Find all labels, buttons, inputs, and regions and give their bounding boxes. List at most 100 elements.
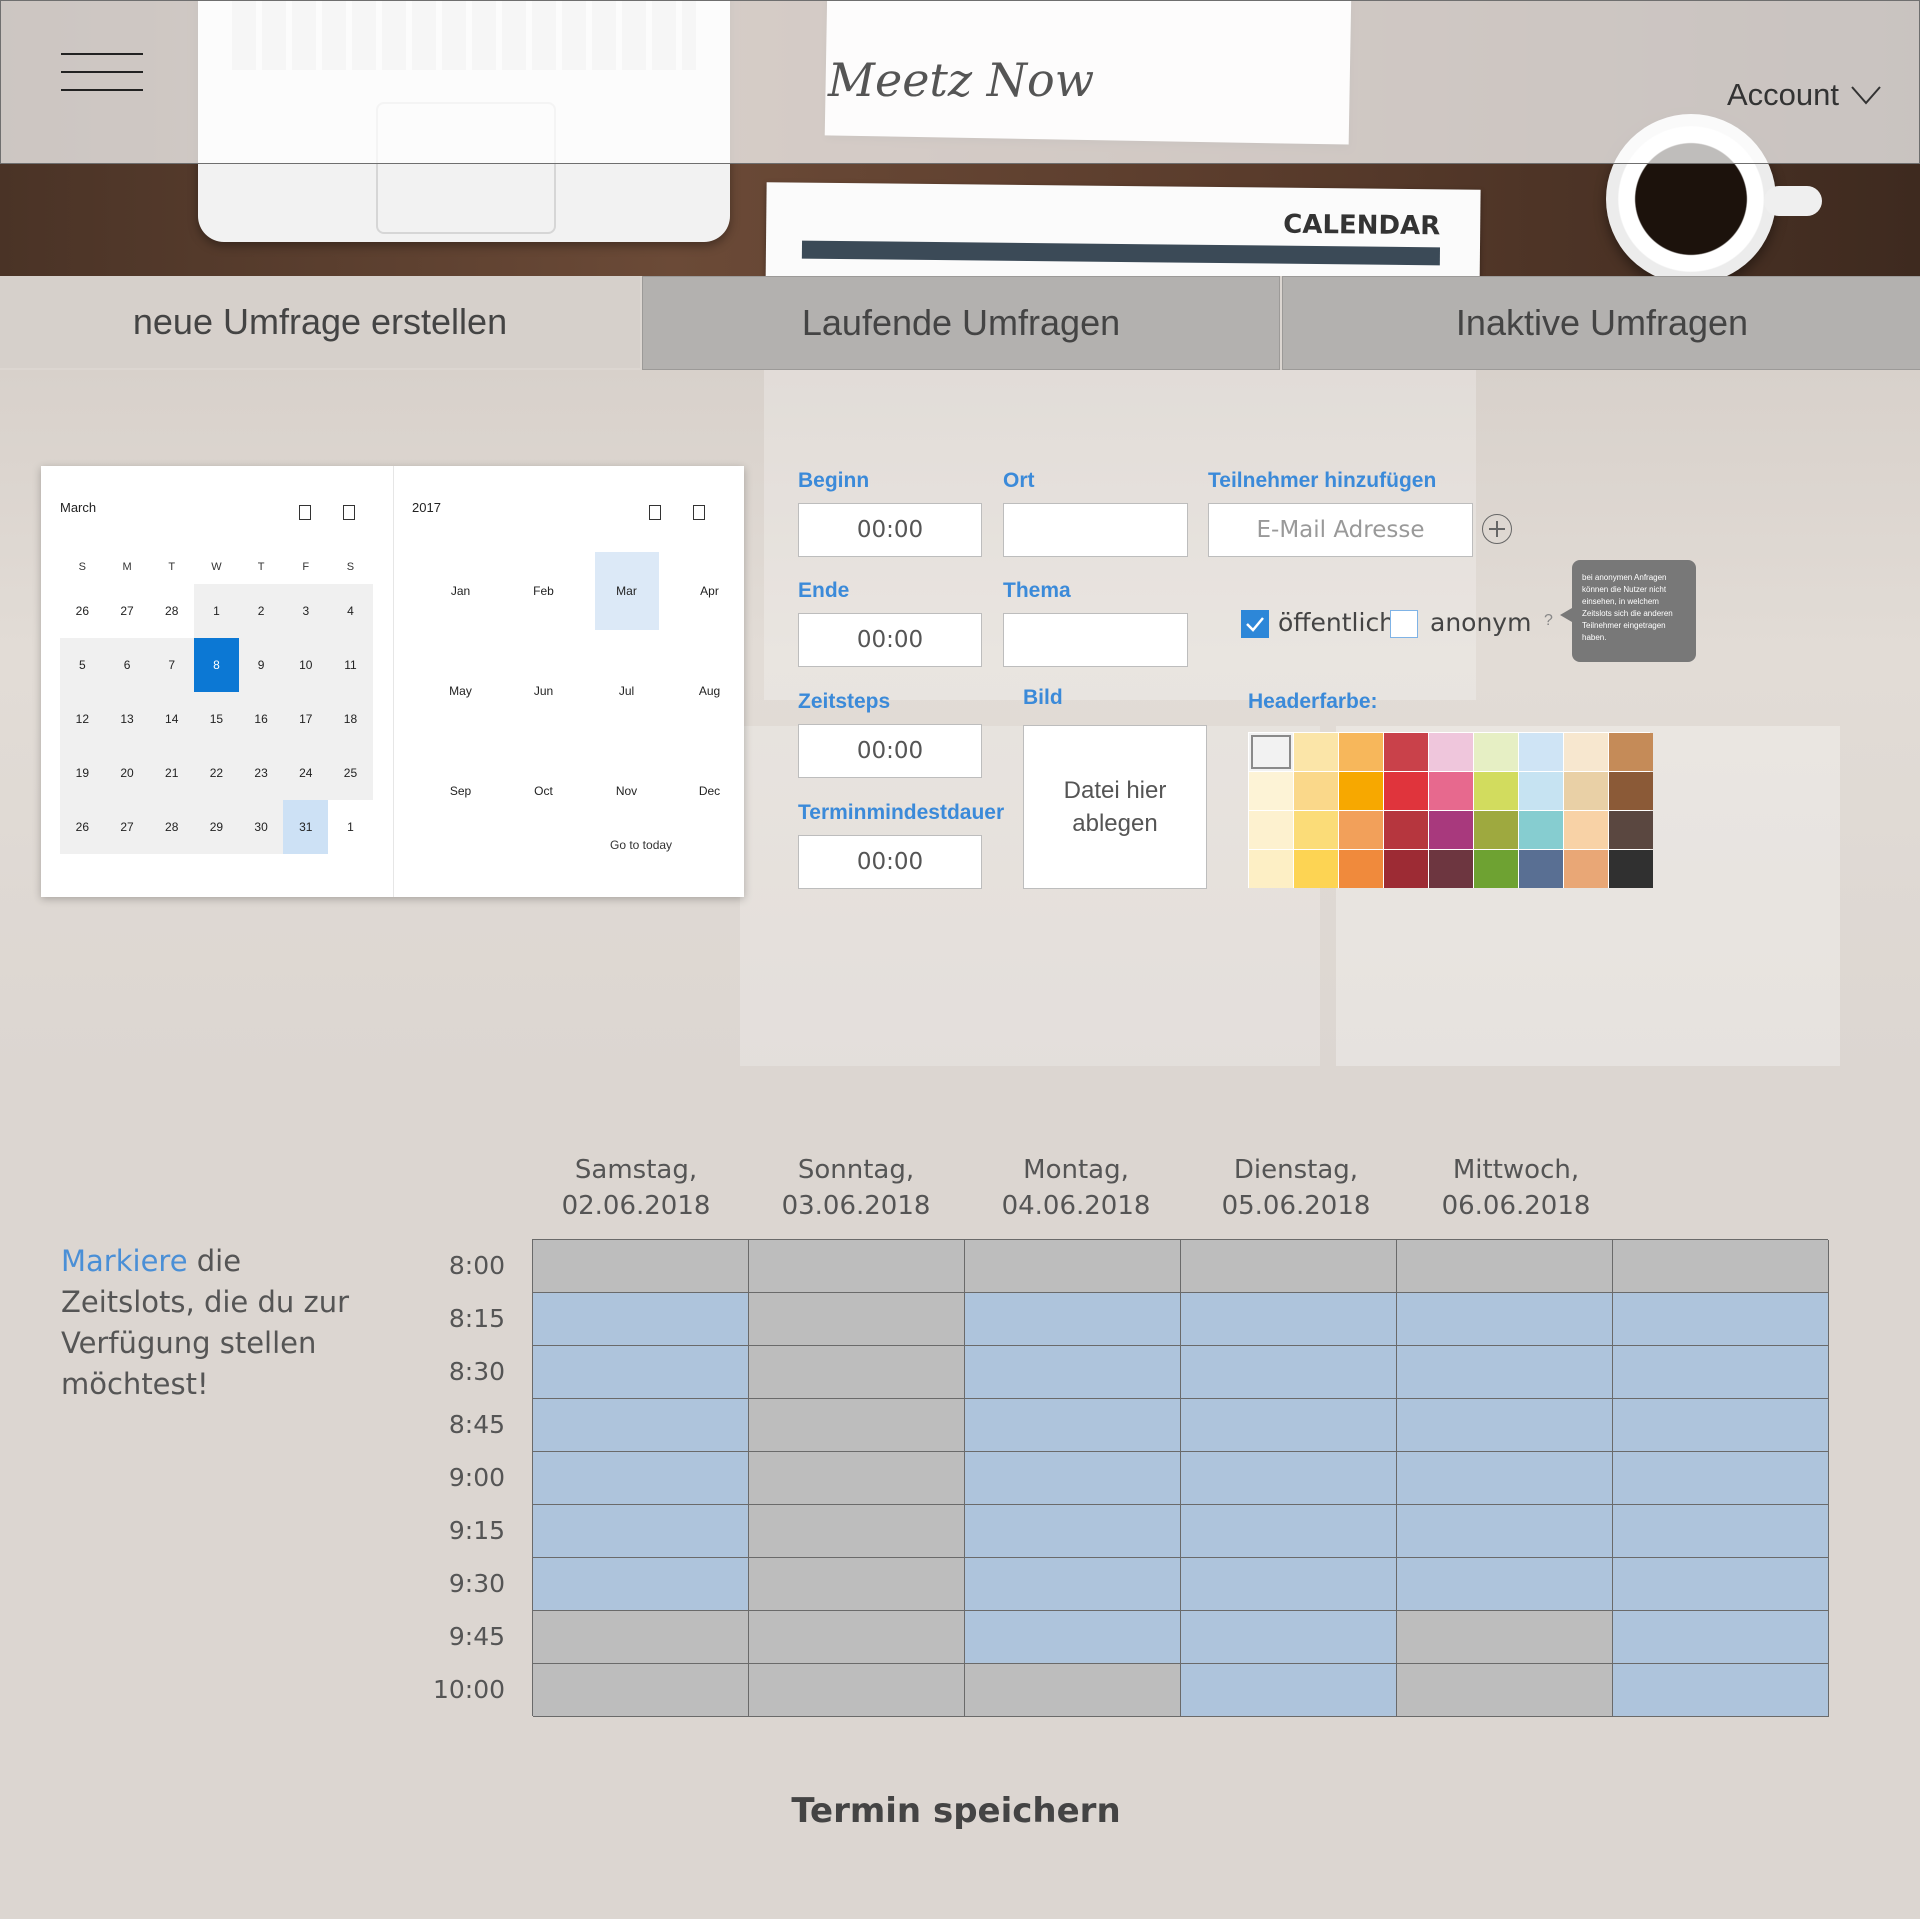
- ende-field[interactable]: [798, 613, 982, 667]
- color-swatch[interactable]: [1249, 733, 1293, 771]
- calendar-day[interactable]: 22: [194, 746, 239, 800]
- calendar-day[interactable]: 30: [238, 800, 284, 854]
- calendar-day[interactable]: 24: [283, 746, 329, 800]
- account-menu[interactable]: Account: [1727, 77, 1881, 113]
- calendar-month[interactable]: Dec: [668, 752, 751, 830]
- beginn-field[interactable]: [798, 503, 982, 557]
- hamburger-icon[interactable]: [61, 53, 143, 97]
- color-swatch[interactable]: [1609, 772, 1653, 810]
- color-swatch[interactable]: [1339, 811, 1383, 849]
- add-participant-icon[interactable]: [1482, 514, 1512, 544]
- time-slot[interactable]: [1613, 1346, 1829, 1399]
- time-slot[interactable]: [1613, 1664, 1829, 1717]
- color-swatch[interactable]: [1339, 850, 1383, 888]
- zeitsteps-field[interactable]: [798, 724, 982, 778]
- previous-month-icon[interactable]: [299, 505, 311, 520]
- time-slot[interactable]: [1181, 1558, 1397, 1611]
- time-slot[interactable]: [965, 1240, 1181, 1293]
- time-slot[interactable]: [1181, 1452, 1397, 1505]
- tab-neue-umfrage[interactable]: neue Umfrage erstellen: [0, 276, 640, 368]
- time-slot[interactable]: [749, 1346, 965, 1399]
- time-slot[interactable]: [749, 1505, 965, 1558]
- calendar-day[interactable]: 4: [328, 584, 373, 638]
- zeitsteps-input[interactable]: [799, 724, 981, 778]
- date-picker-month-label[interactable]: March: [60, 500, 96, 515]
- calendar-month[interactable]: May: [419, 652, 502, 730]
- color-swatch[interactable]: [1609, 811, 1653, 849]
- color-swatch[interactable]: [1564, 811, 1608, 849]
- color-swatch[interactable]: [1294, 733, 1338, 771]
- color-swatch[interactable]: [1339, 772, 1383, 810]
- calendar-day[interactable]: 3: [283, 584, 329, 638]
- save-appointment-button[interactable]: Termin speichern: [760, 1786, 1152, 1836]
- calendar-day[interactable]: 15: [194, 692, 239, 746]
- ort-field[interactable]: [1003, 503, 1188, 557]
- color-swatch[interactable]: [1429, 733, 1473, 771]
- time-slot[interactable]: [1181, 1399, 1397, 1452]
- time-slot[interactable]: [1181, 1346, 1397, 1399]
- next-year-icon[interactable]: [693, 505, 705, 520]
- time-slot[interactable]: [533, 1505, 749, 1558]
- calendar-day[interactable]: 29: [194, 800, 239, 854]
- color-swatch[interactable]: [1474, 772, 1518, 810]
- calendar-day[interactable]: 6: [104, 638, 150, 692]
- calendar-day[interactable]: 11: [328, 638, 373, 692]
- help-question-icon[interactable]: ?: [1544, 612, 1553, 630]
- date-picker-year-label[interactable]: 2017: [412, 500, 441, 515]
- color-swatch[interactable]: [1429, 811, 1473, 849]
- time-slot[interactable]: [1397, 1452, 1613, 1505]
- email-input[interactable]: [1209, 503, 1472, 557]
- go-to-today-link[interactable]: Go to today: [610, 838, 672, 852]
- previous-year-icon[interactable]: [649, 505, 661, 520]
- calendar-day[interactable]: 23: [238, 746, 284, 800]
- time-slot[interactable]: [749, 1558, 965, 1611]
- calendar-day[interactable]: 10: [283, 638, 329, 692]
- color-swatch[interactable]: [1519, 772, 1563, 810]
- time-slot[interactable]: [749, 1611, 965, 1664]
- time-slot[interactable]: [749, 1452, 965, 1505]
- oeffentlich-checkbox[interactable]: [1241, 610, 1269, 638]
- time-slot[interactable]: [749, 1293, 965, 1346]
- color-swatch[interactable]: [1519, 811, 1563, 849]
- terminmindestdauer-input[interactable]: [799, 835, 981, 889]
- image-dropzone[interactable]: Datei hier ablegen: [1023, 725, 1207, 889]
- calendar-day[interactable]: 2: [238, 584, 284, 638]
- ende-input[interactable]: [799, 613, 981, 667]
- calendar-day[interactable]: 19: [60, 746, 105, 800]
- calendar-day[interactable]: 16: [238, 692, 284, 746]
- calendar-day[interactable]: 27: [104, 800, 150, 854]
- next-month-icon[interactable]: [343, 505, 355, 520]
- time-slot[interactable]: [1181, 1664, 1397, 1717]
- time-slot[interactable]: [1181, 1240, 1397, 1293]
- color-swatch[interactable]: [1564, 772, 1608, 810]
- color-swatch[interactable]: [1519, 850, 1563, 888]
- color-swatch[interactable]: [1429, 772, 1473, 810]
- time-slot[interactable]: [965, 1293, 1181, 1346]
- calendar-month[interactable]: Nov: [585, 752, 668, 830]
- time-slot[interactable]: [1613, 1293, 1829, 1346]
- time-slot[interactable]: [1397, 1664, 1613, 1717]
- calendar-day[interactable]: 31: [283, 800, 329, 854]
- anonym-checkbox[interactable]: [1390, 610, 1418, 638]
- time-slot[interactable]: [965, 1399, 1181, 1452]
- color-swatch[interactable]: [1384, 733, 1428, 771]
- color-swatch[interactable]: [1249, 772, 1293, 810]
- color-swatch[interactable]: [1339, 733, 1383, 771]
- calendar-month[interactable]: Sep: [419, 752, 502, 830]
- calendar-day[interactable]: 13: [104, 692, 150, 746]
- time-slot[interactable]: [749, 1399, 965, 1452]
- time-slot[interactable]: [533, 1611, 749, 1664]
- time-slot[interactable]: [533, 1293, 749, 1346]
- calendar-day[interactable]: 26: [60, 584, 105, 638]
- time-slot[interactable]: [1397, 1293, 1613, 1346]
- beginn-input[interactable]: [799, 503, 981, 557]
- color-swatch[interactable]: [1474, 850, 1518, 888]
- calendar-day[interactable]: 5: [60, 638, 105, 692]
- time-slot[interactable]: [749, 1240, 965, 1293]
- time-slot[interactable]: [533, 1664, 749, 1717]
- time-slot[interactable]: [965, 1346, 1181, 1399]
- calendar-month[interactable]: Aug: [668, 652, 751, 730]
- calendar-month[interactable]: Jun: [502, 652, 585, 730]
- calendar-day[interactable]: 7: [149, 638, 195, 692]
- time-slot[interactable]: [749, 1664, 965, 1717]
